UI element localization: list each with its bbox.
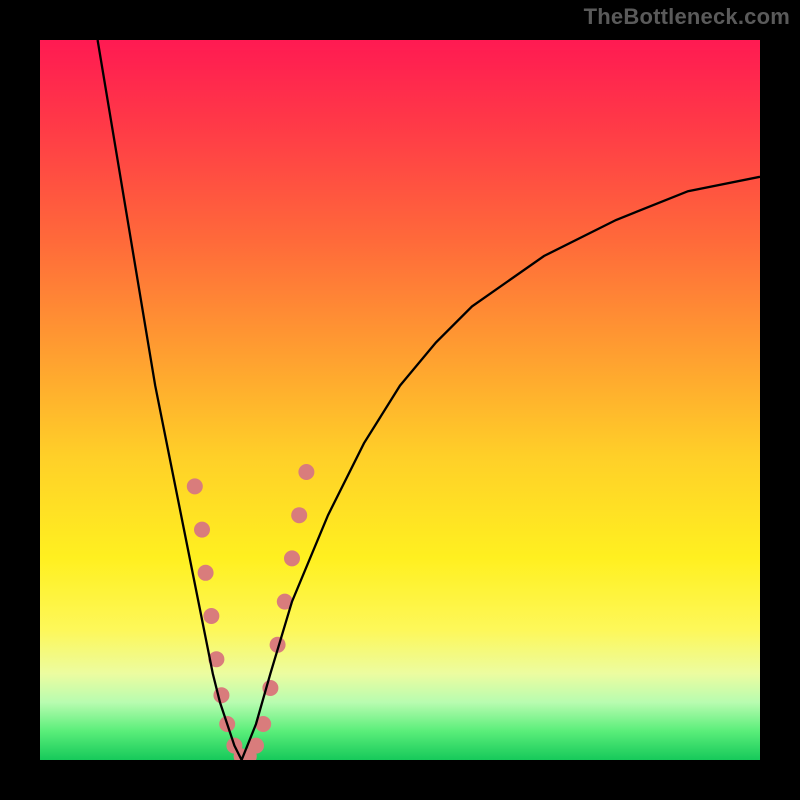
highlight-dot [203,608,219,624]
left-curve [98,40,242,760]
highlight-dots [187,464,315,760]
highlight-dot [291,507,307,523]
highlight-dot [194,522,210,538]
right-curve [242,177,760,760]
chart-frame: TheBottleneck.com [0,0,800,800]
highlight-dot [198,565,214,581]
curve-layer [40,40,760,760]
highlight-dot [298,464,314,480]
highlight-dot [284,550,300,566]
watermark-text: TheBottleneck.com [584,4,790,30]
highlight-dot [187,478,203,494]
plot-area [40,40,760,760]
